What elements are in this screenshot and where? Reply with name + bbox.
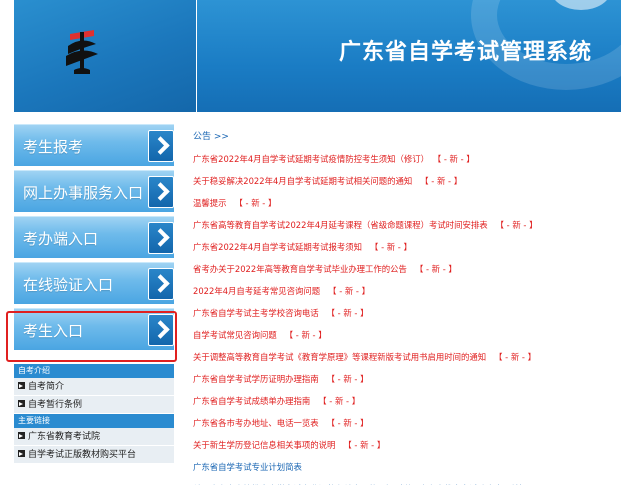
link-label: 自考简介 bbox=[28, 382, 65, 392]
announcement-item[interactable]: 广东省自学考试专业计划简表 bbox=[193, 461, 621, 483]
new-badge: 【 - 新 - 】 bbox=[326, 418, 369, 428]
announcement-title: 关于新生学历登记信息相关事项的说明 bbox=[193, 440, 336, 450]
menu-button-exam-registration[interactable]: 考生报考 bbox=[14, 124, 174, 166]
announcement-item[interactable]: 广东省2022年4月自学考试延期考试报考须知【 - 新 - 】 bbox=[193, 241, 621, 263]
new-badge: 【 - 新 - 】 bbox=[370, 242, 412, 252]
bullet-arrow-icon bbox=[18, 450, 25, 457]
new-badge: 【 - 新 - 】 bbox=[234, 198, 277, 208]
announcement-item[interactable]: 关于稳妥解决2022年4月自学考试延期考试相关问题的通知【 - 新 - 】 bbox=[193, 175, 621, 197]
menu-button-label: 考办端入口 bbox=[23, 230, 99, 248]
new-badge: 【 - 新 - 】 bbox=[420, 176, 463, 186]
chevron-right-icon bbox=[148, 314, 174, 346]
menu-button-label: 考生入口 bbox=[23, 322, 84, 340]
new-badge: 【 - 新 - 】 bbox=[343, 440, 386, 450]
announcement-item[interactable]: 广东省2022年4月自学考试延期考试疫情防控考生须知（修订） 【 - 新 - 】 bbox=[193, 153, 621, 175]
chevron-right-icon bbox=[148, 176, 174, 208]
chevron-right-icon bbox=[148, 130, 174, 162]
chevron-right-icon bbox=[148, 268, 174, 300]
announcement-item[interactable]: 省考办关于2022年高等教育自学考试毕业办理工作的公告【 - 新 - 】 bbox=[193, 263, 621, 285]
link-item[interactable]: 广东省教育考试院 bbox=[14, 428, 174, 446]
link-label: 广东省教育考试院 bbox=[28, 432, 101, 442]
new-badge: 【 - 新 - 】 bbox=[326, 374, 369, 384]
title-banner: 广东省自学考试管理系统 bbox=[197, 0, 621, 112]
announcement-title: 广东省各市考办地址、电话一览表 bbox=[193, 418, 319, 428]
bullet-arrow-icon bbox=[18, 382, 25, 389]
announcement-heading[interactable]: 公告 >> bbox=[193, 131, 621, 153]
bullet-arrow-icon bbox=[18, 432, 25, 439]
menu-button-online-verification[interactable]: 在线验证入口 bbox=[14, 262, 174, 304]
menu-button-online-services[interactable]: 网上办事服务入口 bbox=[14, 170, 174, 212]
emblem-logo-icon bbox=[66, 30, 98, 74]
announcement-title: 广东省自学考试学历证明办理指南 bbox=[193, 374, 319, 384]
section-title-links: 主要链接 bbox=[14, 414, 174, 428]
link-label: 自学考试正版教材购买平台 bbox=[28, 450, 137, 460]
announcement-item[interactable]: 广东省高等教育自学考试2022年4月延考课程（省级命题课程）考试时间安排表【 -… bbox=[193, 219, 621, 241]
new-badge: 【 - 新 - 】 bbox=[494, 352, 536, 362]
announcement-item[interactable]: 关于新生学历登记信息相关事项的说明【 - 新 - 】 bbox=[193, 439, 621, 461]
announcement-list: 公告 >> 广东省2022年4月自学考试延期考试疫情防控考生须知（修订） 【 - … bbox=[193, 131, 621, 485]
link-item[interactable]: 自学考试正版教材购买平台 bbox=[14, 446, 174, 464]
announcement-item[interactable]: 关于调整高等教育自学考试《教育学原理》等课程新版考试用书启用时间的通知【 - 新… bbox=[193, 351, 621, 373]
announcement-title: 2022年4月自考延考常见咨询问题 bbox=[193, 286, 321, 296]
announcement-title: 自学考试常见咨询问题 bbox=[193, 330, 277, 340]
logo-panel bbox=[14, 0, 196, 112]
announcement-title: 省考办关于2022年高等教育自学考试毕业办理工作的公告 bbox=[193, 264, 407, 274]
new-badge: 【 - 新 - 】 bbox=[284, 330, 327, 340]
header: 广东省自学考试管理系统 bbox=[0, 0, 621, 112]
announcement-title: 关于稳妥解决2022年4月自学考试延期考试相关问题的通知 bbox=[193, 176, 413, 186]
new-badge: 【 - 新 - 】 bbox=[495, 220, 538, 230]
menu-button-label: 在线验证入口 bbox=[23, 276, 114, 294]
menu-button-label: 考生报考 bbox=[23, 138, 84, 156]
announcement-title: 广东省2022年4月自学考试延期考试报考须知 bbox=[193, 242, 363, 252]
announcement-item[interactable]: 广东省自学考试学历证明办理指南【 - 新 - 】 bbox=[193, 373, 621, 395]
link-item[interactable]: 自考简介 bbox=[14, 378, 174, 396]
announcement-item[interactable]: 广东省自学考试主考学校咨询电话【 - 新 - 】 bbox=[193, 307, 621, 329]
menu-button-student-login[interactable]: 考生入口 bbox=[14, 308, 174, 350]
announcement-title: 广东省自学考试成绩单办理指南 bbox=[193, 396, 311, 406]
left-info-panel: 自考介绍 自考简介 自考暂行条例 主要链接 广东省教育考试院 自学考试正版教材购… bbox=[14, 364, 174, 464]
new-badge: 【 - 新 - 】 bbox=[326, 308, 369, 318]
announcement-title: 关于调整高等教育自学考试《教育学原理》等课程新版考试用书启用时间的通知 bbox=[193, 352, 487, 362]
menu-button-label: 网上办事服务入口 bbox=[23, 184, 144, 202]
link-label: 自考暂行条例 bbox=[28, 400, 83, 410]
menu-button-exam-office[interactable]: 考办端入口 bbox=[14, 216, 174, 258]
bullet-arrow-icon bbox=[18, 400, 25, 407]
announcement-item[interactable]: 广东省自学考试成绩单办理指南【 - 新 - 】 bbox=[193, 395, 621, 417]
new-badge: 【 - 新 - 】 bbox=[328, 286, 370, 296]
section-title-intro: 自考介绍 bbox=[14, 364, 174, 378]
link-item[interactable]: 自考暂行条例 bbox=[14, 396, 174, 414]
announcement-item[interactable]: 2022年4月自考延考常见咨询问题【 - 新 - 】 bbox=[193, 285, 621, 307]
new-badge: 【 - 新 - 】 bbox=[437, 154, 475, 164]
announcement-title: 广东省自学考试主考学校咨询电话 bbox=[193, 308, 319, 318]
main-menu: 考生报考 网上办事服务入口 考办端入口 在线验证入口 考生入口 bbox=[14, 124, 174, 354]
new-badge: 【 - 新 - 】 bbox=[414, 264, 457, 274]
announcement-title: 广东省自学考试专业计划简表 bbox=[193, 462, 302, 472]
announcement-title: 广东省高等教育自学考试2022年4月延考课程（省级命题课程）考试时间安排表 bbox=[193, 220, 488, 230]
announcement-title: 温馨提示 bbox=[193, 198, 227, 208]
announcement-title: 广东省2022年4月自学考试延期考试疫情防控考生须知（修订） bbox=[193, 154, 430, 164]
announcement-item[interactable]: 广东省各市考办地址、电话一览表【 - 新 - 】 bbox=[193, 417, 621, 439]
chevron-right-icon bbox=[148, 222, 174, 254]
announcement-item[interactable]: 自学考试常见咨询问题【 - 新 - 】 bbox=[193, 329, 621, 351]
site-title: 广东省自学考试管理系统 bbox=[339, 40, 593, 65]
announcement-item[interactable]: 温馨提示【 - 新 - 】 bbox=[193, 197, 621, 219]
new-badge: 【 - 新 - 】 bbox=[318, 396, 361, 406]
